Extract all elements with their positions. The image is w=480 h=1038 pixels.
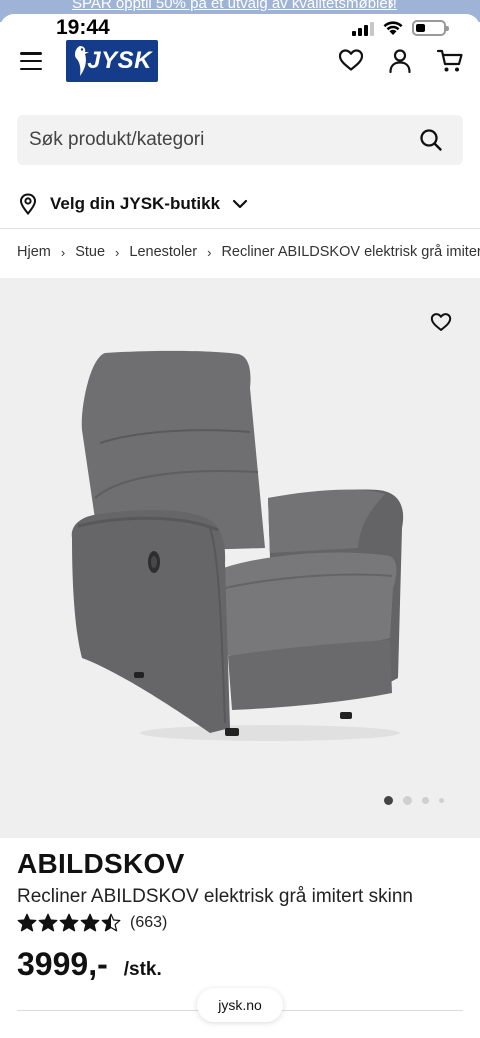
star-icon <box>101 913 121 932</box>
divider <box>0 228 480 229</box>
wifi-icon <box>383 21 403 35</box>
breadcrumb-armchairs[interactable]: Lenestoler <box>129 244 197 260</box>
price-unit: /stk. <box>123 959 162 980</box>
star-icon <box>80 913 100 932</box>
product-title: ABILDSKOV <box>17 848 185 879</box>
breadcrumb-current: Recliner ABILDSKOV elektrisk grå imitert… <box>221 244 480 260</box>
user-icon[interactable] <box>388 48 412 74</box>
chevron-right-icon: › <box>60 244 66 260</box>
product-image-recliner <box>71 350 404 741</box>
heart-icon[interactable] <box>338 48 364 72</box>
product-rating[interactable]: (663) <box>17 913 167 933</box>
store-selector-label: Velg din JYSK-butikk <box>50 194 221 213</box>
search-bar <box>17 115 463 165</box>
breadcrumb-home[interactable]: Hjem <box>17 244 51 260</box>
wishlist-heart-icon[interactable] <box>430 312 452 332</box>
logo-text: JYSK <box>87 47 152 74</box>
star-icon <box>59 913 79 932</box>
star-icon <box>38 913 58 932</box>
jysk-logo[interactable]: JYSK <box>66 40 158 82</box>
chevron-right-icon: › <box>388 0 394 14</box>
product-image-gallery[interactable] <box>0 278 480 838</box>
cellular-signal-icon <box>352 22 374 36</box>
gallery-pagination <box>384 796 444 805</box>
site-header: JYSK <box>0 40 480 88</box>
bird-logo-icon <box>75 46 89 76</box>
browser-url-pill[interactable]: jysk.no <box>197 988 283 1022</box>
star-icon <box>17 913 37 932</box>
cart-icon[interactable] <box>436 48 464 74</box>
store-selector[interactable]: Velg din JYSK-butikk <box>18 190 248 218</box>
chevron-right-icon: › <box>115 244 120 260</box>
chevron-down-icon <box>232 199 248 209</box>
status-icons <box>352 20 449 36</box>
review-count[interactable]: (663) <box>130 914 167 932</box>
gallery-dot[interactable] <box>422 797 429 804</box>
gallery-dot[interactable] <box>439 798 444 803</box>
menu-icon[interactable] <box>20 52 42 70</box>
price-row: 3999,- /stk. <box>17 946 162 983</box>
product-description: Recliner ABILDSKOV elektrisk grå imitert… <box>17 886 413 907</box>
search-input[interactable] <box>29 115 409 165</box>
product-price: 3999,- <box>17 946 108 982</box>
gallery-dot[interactable] <box>403 796 412 805</box>
search-icon[interactable] <box>419 128 443 152</box>
breadcrumb-living-room[interactable]: Stue <box>75 244 105 260</box>
battery-icon <box>412 20 449 36</box>
breadcrumb: Hjem › Stue › Lenestoler › Recliner ABIL… <box>17 244 480 260</box>
promo-link[interactable]: SPAR opptil 50% på et utvalg av kvalitet… <box>72 0 397 12</box>
location-pin-icon <box>19 193 37 215</box>
gallery-dot[interactable] <box>384 796 393 805</box>
chevron-right-icon: › <box>207 244 212 260</box>
status-time: 19:44 <box>56 16 110 39</box>
battery-level <box>416 24 425 32</box>
